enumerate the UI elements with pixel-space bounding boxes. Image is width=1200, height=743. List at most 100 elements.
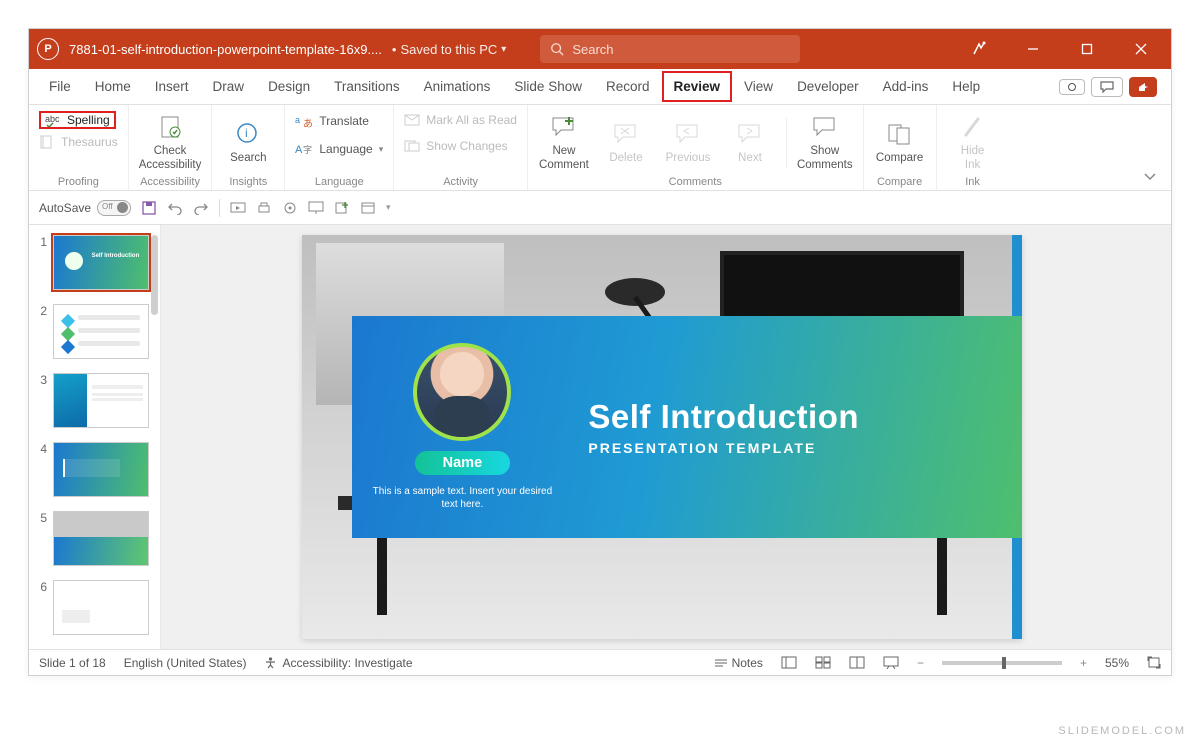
- slide-thumbnail-panel[interactable]: 1 Self Introduction 2 3 4: [29, 225, 161, 649]
- title-bar: P 7881-01-self-introduction-powerpoint-t…: [29, 29, 1171, 69]
- thumb-number: 2: [35, 304, 47, 318]
- svg-text:あ: あ: [303, 118, 313, 129]
- slide-title-card: Name This is a sample text. Insert your …: [352, 316, 1022, 538]
- comments-pane-toggle[interactable]: [1091, 77, 1123, 97]
- thumb-number: 3: [35, 373, 47, 387]
- thumbnail-scrollbar[interactable]: [151, 235, 158, 315]
- undo-icon[interactable]: [167, 201, 183, 215]
- tab-home[interactable]: Home: [83, 71, 143, 102]
- canvas-scrollbar[interactable]: [1155, 229, 1167, 645]
- slide-thumbnail-6[interactable]: [53, 580, 149, 635]
- tab-view[interactable]: View: [732, 71, 785, 102]
- slide-thumbnail-1[interactable]: Self Introduction: [53, 235, 149, 290]
- status-language[interactable]: English (United States): [124, 656, 247, 670]
- thumb-number: 1: [35, 235, 47, 249]
- spelling-button[interactable]: abc Spelling: [39, 111, 116, 129]
- delete-comment-button: Delete: [600, 120, 652, 166]
- language-icon: A字: [295, 141, 313, 157]
- status-accessibility[interactable]: Accessibility: Investigate: [264, 656, 412, 670]
- zoom-percent[interactable]: 55%: [1105, 656, 1129, 670]
- new-comment-icon: [551, 115, 577, 139]
- slide-canvas-area[interactable]: Name This is a sample text. Insert your …: [161, 225, 1171, 649]
- save-status[interactable]: • Saved to this PC ▾: [392, 42, 506, 57]
- translate-button[interactable]: aあ Translate: [295, 111, 369, 131]
- next-comment-icon: [737, 122, 763, 146]
- sample-text-placeholder[interactable]: This is a sample text. Insert your desir…: [372, 485, 552, 511]
- slide-subtitle[interactable]: PRESENTATION TEMPLATE: [588, 440, 1022, 456]
- zoom-slider[interactable]: [942, 661, 1062, 665]
- maximize-button[interactable]: [1065, 29, 1109, 69]
- compare-icon: [887, 122, 913, 146]
- language-button[interactable]: A字 Language ▾: [295, 139, 383, 159]
- slideshow-view-icon[interactable]: [883, 656, 899, 669]
- fit-to-window-icon[interactable]: [1147, 656, 1161, 669]
- group-activity: Mark All as Read Show Changes Activity: [394, 105, 528, 190]
- spelling-icon: abc: [45, 113, 61, 127]
- collapse-ribbon-button[interactable]: [1129, 164, 1171, 190]
- check-accessibility-button[interactable]: Check Accessibility: [139, 113, 202, 173]
- current-slide[interactable]: Name This is a sample text. Insert your …: [302, 235, 1022, 639]
- tab-review[interactable]: Review: [662, 71, 733, 102]
- camera-tool[interactable]: [1059, 79, 1085, 95]
- tab-record[interactable]: Record: [594, 71, 662, 102]
- quick-access-toolbar: AutoSave Off ▾: [29, 191, 1171, 225]
- tab-animations[interactable]: Animations: [412, 71, 503, 102]
- normal-view-icon[interactable]: [781, 656, 797, 669]
- profile-avatar[interactable]: [413, 343, 511, 441]
- new-slide-icon[interactable]: [334, 201, 350, 215]
- autosave-toggle[interactable]: AutoSave Off: [39, 200, 131, 216]
- slide-thumbnail-4[interactable]: [53, 442, 149, 497]
- search-placeholder: Search: [572, 42, 613, 57]
- minimize-button[interactable]: [1011, 29, 1055, 69]
- name-placeholder[interactable]: Name: [415, 451, 511, 475]
- group-ink: Hide Ink Ink: [937, 105, 1009, 190]
- new-comment-button[interactable]: New Comment: [538, 113, 590, 173]
- prev-comment-icon: [675, 122, 701, 146]
- document-name[interactable]: 7881-01-self-introduction-powerpoint-tem…: [69, 42, 382, 57]
- tab-draw[interactable]: Draw: [201, 71, 257, 102]
- tab-slide-show[interactable]: Slide Show: [502, 71, 594, 102]
- share-button[interactable]: [1129, 77, 1157, 97]
- present-icon[interactable]: [308, 201, 324, 215]
- print-icon[interactable]: [256, 201, 272, 215]
- search-icon: [550, 42, 564, 56]
- slide-sorter-icon[interactable]: [815, 656, 831, 669]
- thesaurus-button[interactable]: Thesaurus: [39, 133, 118, 151]
- tab-design[interactable]: Design: [256, 71, 322, 102]
- tab-add-ins[interactable]: Add-ins: [871, 71, 941, 102]
- redo-icon[interactable]: [193, 201, 209, 215]
- group-label-insights: Insights: [222, 174, 274, 188]
- tab-file[interactable]: File: [37, 71, 83, 102]
- slide-title[interactable]: Self Introduction: [588, 398, 1022, 436]
- slide-position[interactable]: Slide 1 of 18: [39, 656, 106, 670]
- slide-thumbnail-3[interactable]: [53, 373, 149, 428]
- compare-button[interactable]: Compare: [874, 120, 926, 166]
- group-label-language: Language: [295, 174, 383, 188]
- group-label-proofing: Proofing: [39, 174, 118, 188]
- slide-thumbnail-5[interactable]: [53, 511, 149, 566]
- tab-transitions[interactable]: Transitions: [322, 71, 412, 102]
- show-comments-button[interactable]: Show Comments: [797, 113, 853, 173]
- tab-developer[interactable]: Developer: [785, 71, 871, 102]
- reading-view-icon[interactable]: [849, 656, 865, 669]
- changes-icon: [404, 140, 420, 152]
- tab-insert[interactable]: Insert: [143, 71, 201, 102]
- tab-help[interactable]: Help: [940, 71, 992, 102]
- slide-thumbnail-2[interactable]: [53, 304, 149, 359]
- from-beginning-icon[interactable]: [230, 201, 246, 215]
- coming-soon-icon[interactable]: [957, 29, 1001, 69]
- mark-all-read-button: Mark All as Read: [404, 111, 517, 129]
- show-changes-button: Show Changes: [404, 137, 507, 155]
- thesaurus-icon: [39, 135, 55, 149]
- touch-mode-icon[interactable]: [282, 200, 298, 216]
- svg-text:i: i: [245, 126, 248, 140]
- search-box[interactable]: Search: [540, 35, 800, 63]
- group-label-ink: Ink: [947, 174, 999, 188]
- group-label-compare: Compare: [874, 174, 926, 188]
- smart-lookup-button[interactable]: i Search: [222, 120, 274, 166]
- work-area: 1 Self Introduction 2 3 4: [29, 225, 1171, 649]
- close-button[interactable]: [1119, 29, 1163, 69]
- save-icon[interactable]: [141, 200, 157, 216]
- layout-icon[interactable]: [360, 201, 376, 215]
- notes-button[interactable]: Notes: [714, 656, 763, 670]
